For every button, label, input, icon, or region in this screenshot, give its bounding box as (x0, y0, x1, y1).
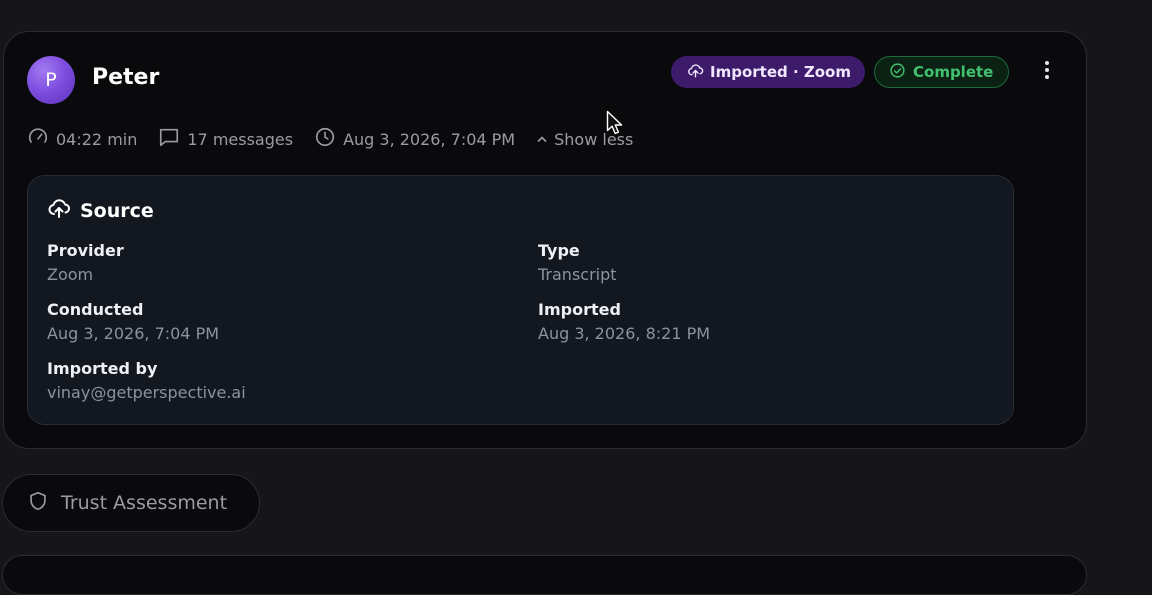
avatar-initial: P (45, 69, 57, 91)
imported-label: Imported (538, 300, 621, 319)
source-heading: Source (47, 196, 154, 225)
imported-field: Imported Aug 3, 2026, 8:21 PM (538, 300, 710, 344)
imported-badge-label: Imported · Zoom (710, 63, 851, 81)
more-vertical-icon (1044, 60, 1050, 84)
cloud-upload-icon (47, 196, 71, 225)
imported-by-label: Imported by (47, 359, 158, 378)
datetime-meta: Aug 3, 2026, 7:04 PM (314, 126, 515, 152)
chevron-up-icon (536, 130, 548, 149)
trust-assessment-button[interactable]: Trust Assessment (2, 474, 260, 532)
trust-assessment-label: Trust Assessment (61, 492, 228, 514)
mouse-cursor-icon (606, 110, 624, 140)
imported-by-value: vinay@getperspective.ai (47, 383, 246, 402)
status-badge-label: Complete (913, 63, 994, 81)
duration-meta: 04:22 min (27, 126, 137, 152)
duration-text: 04:22 min (56, 129, 138, 149)
meta-row: 04:22 min 17 messages Aug 3, 2026, 7:04 … (27, 126, 633, 152)
messages-text: 17 messages (187, 129, 294, 149)
source-title: Source (80, 199, 154, 222)
imported-badge: Imported · Zoom (671, 56, 865, 88)
conducted-value: Aug 3, 2026, 7:04 PM (47, 324, 220, 343)
shield-icon (27, 490, 49, 517)
next-card (2, 555, 1087, 595)
datetime-text: Aug 3, 2026, 7:04 PM (343, 129, 516, 149)
conversation-card: P Peter Imported · Zoom Complete 04:22 m… (3, 31, 1087, 449)
messages-meta: 17 messages (158, 126, 293, 152)
source-panel: Source Provider Zoom Type Transcript Con… (27, 175, 1014, 425)
imported-by-field: Imported by vinay@getperspective.ai (47, 359, 246, 403)
conducted-label: Conducted (47, 300, 144, 319)
provider-value: Zoom (47, 265, 94, 284)
imported-value: Aug 3, 2026, 8:21 PM (538, 324, 711, 343)
clock-icon (314, 126, 336, 152)
type-value: Transcript (538, 265, 617, 284)
type-field: Type Transcript (538, 241, 617, 285)
avatar: P (27, 56, 75, 104)
gauge-icon (27, 126, 49, 152)
type-label: Type (538, 241, 580, 260)
provider-field: Provider Zoom (47, 241, 124, 285)
status-badge: Complete (874, 56, 1010, 88)
cloud-upload-icon (687, 62, 704, 83)
check-circle-icon (889, 62, 906, 83)
more-options-button[interactable] (1035, 60, 1059, 84)
provider-label: Provider (47, 241, 124, 260)
conducted-field: Conducted Aug 3, 2026, 7:04 PM (47, 300, 219, 344)
participant-name: Peter (92, 65, 160, 90)
message-icon (158, 126, 180, 152)
